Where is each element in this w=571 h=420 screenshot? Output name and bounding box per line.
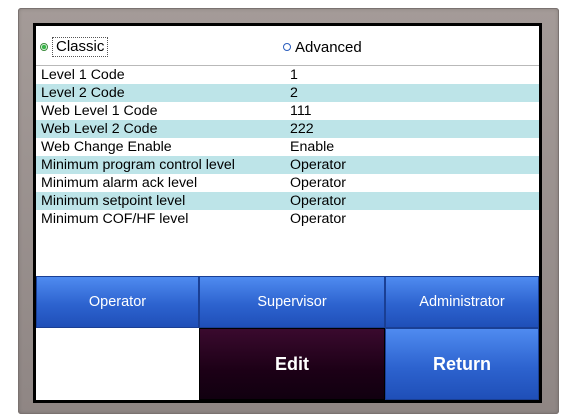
supervisor-button-label: Supervisor bbox=[257, 294, 327, 310]
row-label: Minimum setpoint level bbox=[41, 193, 186, 209]
row-label: Minimum COF/HF level bbox=[41, 211, 189, 227]
advanced-label: Advanced bbox=[295, 38, 362, 56]
row-label: Level 2 Code bbox=[41, 85, 125, 101]
row-value: Operator bbox=[290, 175, 346, 191]
empty-button-slot bbox=[36, 328, 199, 400]
mode-selector: Classic Advanced bbox=[36, 26, 539, 66]
table-row[interactable]: Level 1 Code 1 bbox=[36, 66, 539, 84]
table-row[interactable]: Minimum alarm ack level Operator bbox=[36, 174, 539, 192]
row-label: Minimum program control level bbox=[41, 157, 235, 173]
operator-button-label: Operator bbox=[88, 294, 147, 310]
row-label: Web Change Enable bbox=[41, 139, 172, 155]
row-value: Operator bbox=[290, 193, 346, 209]
table-row[interactable]: Web Level 1 Code 111 bbox=[36, 102, 539, 120]
table-row[interactable]: Level 2 Code 2 bbox=[36, 84, 539, 102]
radio-unselected-icon bbox=[283, 43, 291, 51]
operator-button[interactable]: Operator bbox=[36, 276, 199, 328]
edit-button[interactable]: Edit bbox=[199, 328, 385, 400]
row-value: 111 bbox=[290, 103, 312, 119]
return-button-label: Return bbox=[433, 353, 491, 374]
row-value: 222 bbox=[290, 121, 314, 137]
administrator-button[interactable]: Administrator bbox=[385, 276, 539, 328]
row-label: Web Level 2 Code bbox=[41, 121, 158, 137]
row-value: 2 bbox=[290, 85, 298, 101]
classic-label: Classic bbox=[52, 37, 109, 57]
row-value: Operator bbox=[290, 157, 346, 173]
advanced-radio[interactable]: Advanced bbox=[283, 37, 362, 57]
row-value: 1 bbox=[290, 67, 298, 83]
administrator-button-label: Administrator bbox=[419, 294, 505, 310]
security-codes-table: Level 1 Code 1 Level 2 Code 2 Web Level … bbox=[36, 65, 539, 276]
return-button[interactable]: Return bbox=[385, 328, 539, 400]
row-label: Level 1 Code bbox=[41, 67, 125, 83]
row-label: Web Level 1 Code bbox=[41, 103, 158, 119]
table-row[interactable]: Minimum COF/HF level Operator bbox=[36, 210, 539, 228]
table-row[interactable]: Web Level 2 Code 222 bbox=[36, 120, 539, 138]
row-label: Minimum alarm ack level bbox=[41, 175, 198, 191]
supervisor-button[interactable]: Supervisor bbox=[199, 276, 385, 328]
row-value: Enable bbox=[290, 139, 335, 155]
table-row[interactable]: Minimum setpoint level Operator bbox=[36, 192, 539, 210]
touch-screen: Classic Advanced Level 1 Code 1 Level 2 … bbox=[33, 23, 542, 403]
row-value: Operator bbox=[290, 211, 346, 227]
classic-radio[interactable]: Classic bbox=[40, 37, 109, 57]
edit-button-label: Edit bbox=[275, 353, 309, 374]
table-row[interactable]: Web Change Enable Enable bbox=[36, 138, 539, 156]
radio-selected-icon bbox=[40, 43, 48, 51]
table-row[interactable]: Minimum program control level Operator bbox=[36, 156, 539, 174]
